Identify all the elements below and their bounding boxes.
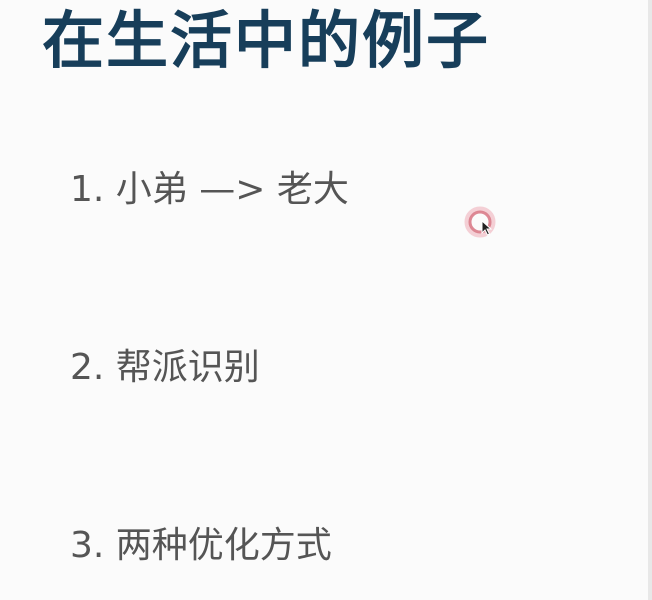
cursor-overlay: [460, 202, 500, 242]
right-edge-divider: [648, 0, 652, 600]
list-item-3: 3. 两种优化方式: [70, 525, 332, 566]
list-item-1: 1. 小弟 —> 老大: [70, 169, 349, 210]
click-highlight-icon: [464, 206, 496, 238]
list-item-2: 2. 帮派识别: [70, 347, 260, 388]
slide-canvas: 在生活中的例子 1. 小弟 —> 老大 2. 帮派识别 3. 两种优化方式: [0, 0, 652, 600]
slide-title: 在生活中的例子: [42, 4, 491, 77]
